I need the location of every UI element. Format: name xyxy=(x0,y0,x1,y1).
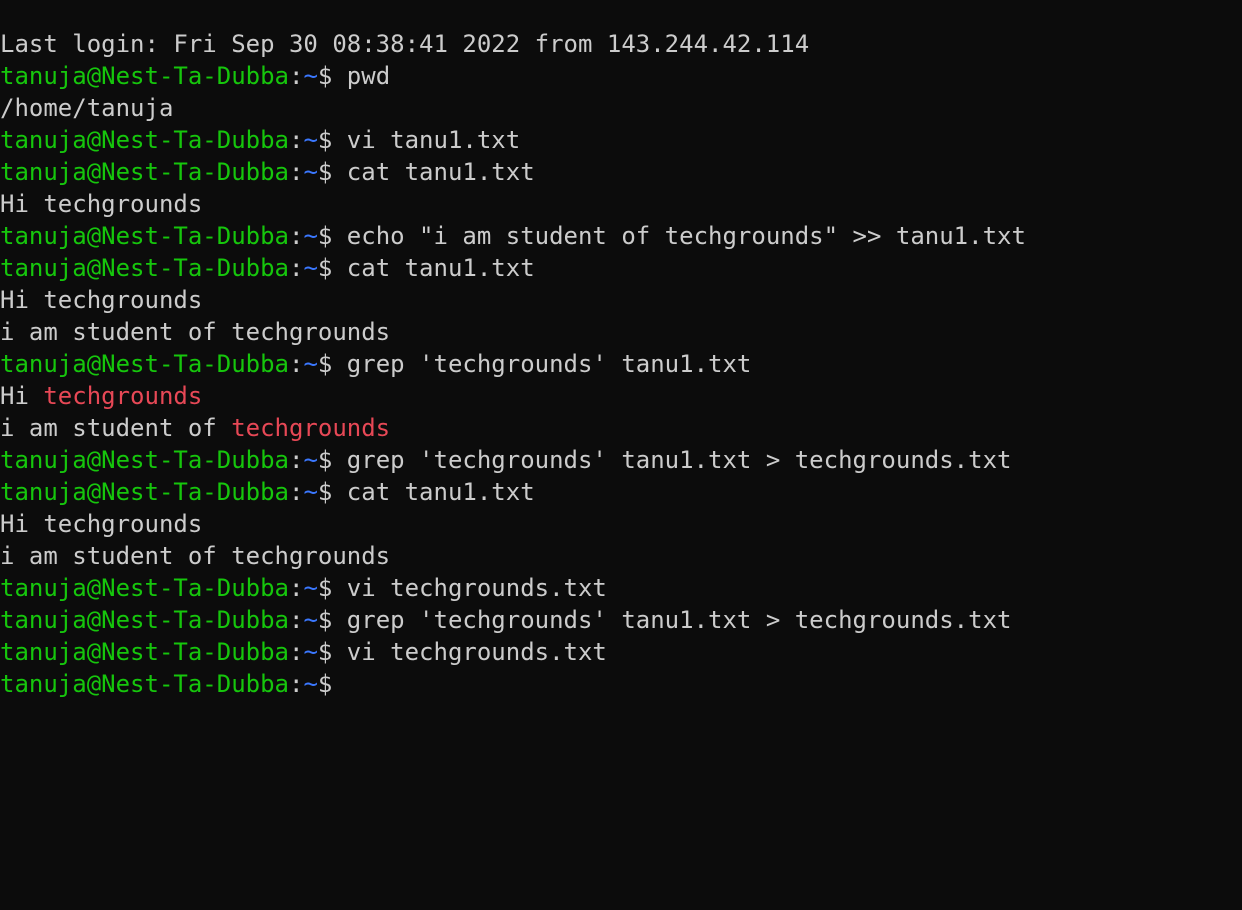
output-text: i am student of techgrounds xyxy=(0,318,391,346)
prompt-symbol: $ xyxy=(317,254,347,282)
prompt-line: tanuja@Nest-Ta-Dubba:~$ xyxy=(0,668,1242,700)
prompt-colon: : xyxy=(288,158,304,186)
prompt-user-host: tanuja@Nest-Ta-Dubba xyxy=(0,62,289,90)
prompt-path: ~ xyxy=(303,254,318,282)
command-text: grep 'techgrounds' tanu1.txt xyxy=(346,350,752,378)
command-text: cat tanu1.txt xyxy=(346,158,535,186)
command-text: vi tanu1.txt xyxy=(346,126,521,154)
prompt-symbol: $ xyxy=(317,638,347,666)
prompt-colon: : xyxy=(288,222,304,250)
output-text: i am student of techgrounds xyxy=(0,542,391,570)
prompt-path: ~ xyxy=(303,158,318,186)
prompt-colon: : xyxy=(288,126,304,154)
prompt-symbol: $ xyxy=(317,62,347,90)
prompt-symbol: $ xyxy=(317,574,347,602)
prompt-line: tanuja@Nest-Ta-Dubba:~$ cat tanu1.txt xyxy=(0,252,1242,284)
output-text: Hi techgrounds xyxy=(0,190,203,218)
prompt-line: tanuja@Nest-Ta-Dubba:~$ grep 'techground… xyxy=(0,444,1242,476)
output-text: /home/tanuja xyxy=(0,94,174,122)
command-text: cat tanu1.txt xyxy=(346,254,535,282)
output-line: /home/tanuja xyxy=(0,92,1242,124)
command-text: vi techgrounds.txt xyxy=(346,638,607,666)
grep-match-highlight: techgrounds xyxy=(43,382,203,410)
output-text: i am student of xyxy=(0,414,232,442)
prompt-line: tanuja@Nest-Ta-Dubba:~$ vi tanu1.txt xyxy=(0,124,1242,156)
prompt-user-host: tanuja@Nest-Ta-Dubba xyxy=(0,222,289,250)
prompt-user-host: tanuja@Nest-Ta-Dubba xyxy=(0,478,289,506)
prompt-line: tanuja@Nest-Ta-Dubba:~$ vi techgrounds.t… xyxy=(0,636,1242,668)
prompt-user-host: tanuja@Nest-Ta-Dubba xyxy=(0,446,289,474)
prompt-user-host: tanuja@Nest-Ta-Dubba xyxy=(0,606,289,634)
prompt-line: tanuja@Nest-Ta-Dubba:~$ grep 'techground… xyxy=(0,604,1242,636)
command-text: cat tanu1.txt xyxy=(346,478,535,506)
output-text: Hi techgrounds xyxy=(0,286,203,314)
prompt-user-host: tanuja@Nest-Ta-Dubba xyxy=(0,638,289,666)
prompt-colon: : xyxy=(288,254,304,282)
command-text: grep 'techgrounds' tanu1.txt > techgroun… xyxy=(346,606,1012,634)
prompt-user-host: tanuja@Nest-Ta-Dubba xyxy=(0,574,289,602)
grep-output-line: Hi techgrounds xyxy=(0,380,1242,412)
prompt-user-host: tanuja@Nest-Ta-Dubba xyxy=(0,126,289,154)
output-text: Hi xyxy=(0,382,44,410)
prompt-user-host: tanuja@Nest-Ta-Dubba xyxy=(0,254,289,282)
grep-output-line: i am student of techgrounds xyxy=(0,412,1242,444)
prompt-path: ~ xyxy=(303,478,318,506)
prompt-path: ~ xyxy=(303,222,318,250)
prompt-colon: : xyxy=(288,670,304,698)
prompt-line: tanuja@Nest-Ta-Dubba:~$ vi techgrounds.t… xyxy=(0,572,1242,604)
output-line: Hi techgrounds xyxy=(0,284,1242,316)
prompt-symbol: $ xyxy=(317,478,347,506)
prompt-colon: : xyxy=(288,574,304,602)
prompt-symbol: $ xyxy=(317,158,347,186)
prompt-line: tanuja@Nest-Ta-Dubba:~$ cat tanu1.txt xyxy=(0,476,1242,508)
prompt-colon: : xyxy=(288,478,304,506)
prompt-user-host: tanuja@Nest-Ta-Dubba xyxy=(0,158,289,186)
prompt-path: ~ xyxy=(303,606,318,634)
command-text: vi techgrounds.txt xyxy=(346,574,607,602)
grep-match-highlight: techgrounds xyxy=(231,414,391,442)
prompt-path: ~ xyxy=(303,670,318,698)
output-line: Hi techgrounds xyxy=(0,188,1242,220)
output-line: Hi techgrounds xyxy=(0,508,1242,540)
output-line: i am student of techgrounds xyxy=(0,316,1242,348)
prompt-line: tanuja@Nest-Ta-Dubba:~$ pwd xyxy=(0,60,1242,92)
prompt-symbol: $ xyxy=(317,222,347,250)
prompt-path: ~ xyxy=(303,126,318,154)
prompt-symbol: $ xyxy=(317,670,347,698)
output-text: Hi techgrounds xyxy=(0,510,203,538)
prompt-symbol: $ xyxy=(317,606,347,634)
output-text: Last login: Fri Sep 30 08:38:41 2022 fro… xyxy=(0,30,810,58)
prompt-colon: : xyxy=(288,62,304,90)
prompt-line: tanuja@Nest-Ta-Dubba:~$ grep 'techground… xyxy=(0,348,1242,380)
output-line: i am student of techgrounds xyxy=(0,540,1242,572)
prompt-line: tanuja@Nest-Ta-Dubba:~$ cat tanu1.txt xyxy=(0,156,1242,188)
output-line: Last login: Fri Sep 30 08:38:41 2022 fro… xyxy=(0,28,1242,60)
prompt-colon: : xyxy=(288,446,304,474)
terminal-output[interactable]: Last login: Fri Sep 30 08:38:41 2022 fro… xyxy=(0,28,1242,700)
command-text: grep 'techgrounds' tanu1.txt > techgroun… xyxy=(346,446,1012,474)
prompt-colon: : xyxy=(288,350,304,378)
prompt-path: ~ xyxy=(303,446,318,474)
prompt-path: ~ xyxy=(303,350,318,378)
prompt-colon: : xyxy=(288,606,304,634)
prompt-line: tanuja@Nest-Ta-Dubba:~$ echo "i am stude… xyxy=(0,220,1242,252)
command-text: echo "i am student of techgrounds" >> ta… xyxy=(346,222,1026,250)
prompt-colon: : xyxy=(288,638,304,666)
prompt-symbol: $ xyxy=(317,446,347,474)
prompt-user-host: tanuja@Nest-Ta-Dubba xyxy=(0,670,289,698)
prompt-symbol: $ xyxy=(317,350,347,378)
prompt-path: ~ xyxy=(303,574,318,602)
prompt-user-host: tanuja@Nest-Ta-Dubba xyxy=(0,350,289,378)
command-text: pwd xyxy=(346,62,391,90)
prompt-path: ~ xyxy=(303,62,318,90)
prompt-symbol: $ xyxy=(317,126,347,154)
prompt-path: ~ xyxy=(303,638,318,666)
